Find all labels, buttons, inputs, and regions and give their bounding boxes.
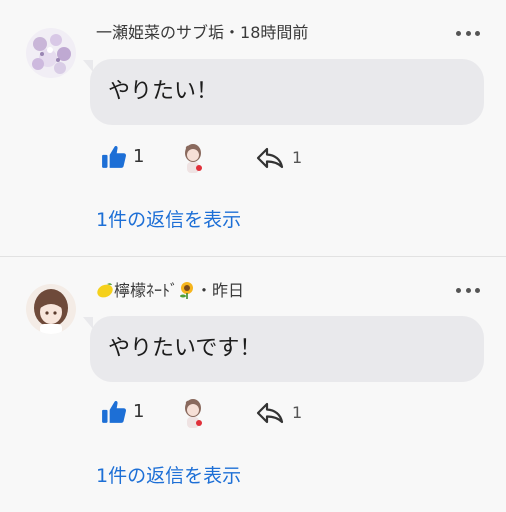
avatar[interactable]: [26, 28, 76, 78]
comment-actions: 1 1: [0, 142, 506, 176]
thumbs-up-icon[interactable]: [101, 399, 127, 425]
more-options-button[interactable]: [456, 23, 480, 43]
comment-bubble: やりたい！: [83, 59, 484, 125]
more-dots-icon: [456, 287, 461, 293]
author-name[interactable]: 檸檬ﾈｰﾄﾞ: [114, 281, 178, 300]
sunflower-emoji: [180, 282, 194, 299]
comment-actions: 1 1: [0, 397, 506, 431]
meta-separator: ・: [196, 281, 213, 300]
reply-count: 1: [292, 403, 303, 422]
author-name[interactable]: 一瀬姫菜のサブ垢: [96, 23, 224, 42]
reply-arrow-icon[interactable]: [256, 401, 284, 425]
comment-text: やりたい！: [108, 79, 219, 104]
comment-text: やりたいです！: [108, 336, 262, 361]
view-replies-link[interactable]: 1件の返信を表示: [96, 463, 241, 489]
comment-item: 檸檬ﾈｰﾄﾞ ・昨日 やりたいです！ 1 1 1件の返信を表示: [0, 256, 506, 512]
meta-separator: ・: [224, 23, 241, 42]
comment-time: 昨日: [212, 281, 245, 300]
comment-bubble: やりたいです！: [83, 316, 484, 382]
like-count: 1: [133, 401, 145, 422]
comment-meta: 一瀬姫菜のサブ垢・18時間前: [96, 22, 308, 44]
like-count: 1: [133, 146, 145, 167]
avatar-image: [26, 284, 76, 334]
lemon-emoji: [97, 283, 113, 298]
reply-count: 1: [292, 148, 303, 167]
thumbs-up-icon[interactable]: [101, 144, 127, 170]
reply-arrow-icon[interactable]: [256, 146, 284, 170]
view-replies-link[interactable]: 1件の返信を表示: [96, 207, 241, 233]
comment-meta: 檸檬ﾈｰﾄﾞ ・昨日: [96, 280, 244, 302]
reaction-user-avatar[interactable]: [180, 397, 206, 431]
comment-time: 18時間前: [240, 23, 309, 42]
more-dots-icon: [456, 30, 461, 36]
comment-item: 一瀬姫菜のサブ垢・18時間前 やりたい！ 1 1 1件の返信を表示: [0, 0, 506, 256]
reaction-user-avatar[interactable]: [180, 142, 206, 176]
avatar-image: [26, 28, 76, 78]
more-options-button[interactable]: [456, 280, 480, 300]
avatar[interactable]: [26, 284, 76, 334]
